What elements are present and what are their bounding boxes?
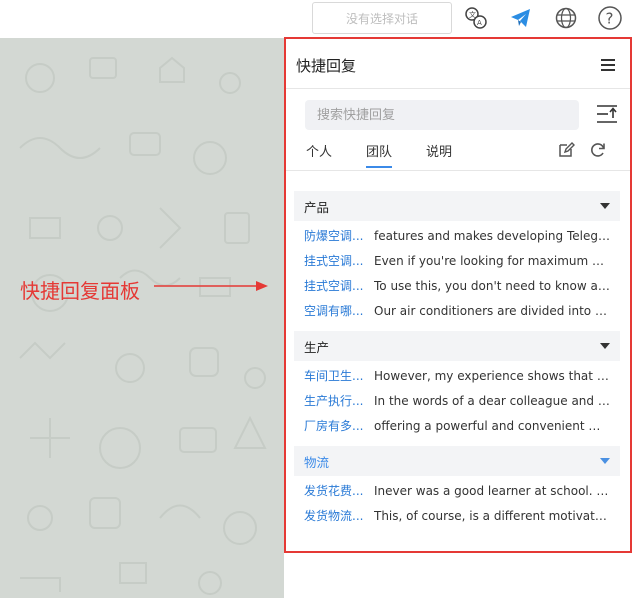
group-logistics: 物流 发货花费... Inever was a good learner at … bbox=[294, 446, 620, 528]
reply-title: 挂式空调... bbox=[304, 254, 364, 268]
reply-item[interactable]: 车间卫生... However, my experience shows tha… bbox=[294, 363, 620, 388]
reply-text: In the words of a dear colleague and men… bbox=[374, 393, 610, 408]
chat-select[interactable]: 没有选择对话 bbox=[312, 2, 452, 34]
reply-groups: 产品 防爆空调... features and makes developing… bbox=[294, 191, 620, 536]
reply-title: 空调有哪... bbox=[304, 304, 364, 318]
group-header[interactable]: 产品 bbox=[294, 191, 620, 221]
reply-text: This, of course, is a different motivati… bbox=[374, 508, 610, 523]
chat-pattern bbox=[19, 56, 267, 595]
reply-item[interactable]: 发货花费... Inever was a good learner at sch… bbox=[294, 478, 620, 503]
group-name: 生产 bbox=[304, 339, 330, 355]
reply-item[interactable]: 厂房有多... offering a powerful and convenie… bbox=[294, 413, 620, 438]
group-production: 生产 车间卫生... However, my experience shows … bbox=[294, 331, 620, 438]
group-name: 物流 bbox=[304, 454, 330, 470]
translate-icon[interactable]: 文 A bbox=[463, 5, 489, 31]
reply-item[interactable]: 发货物流... This, of course, is a different … bbox=[294, 503, 620, 528]
svg-text:A: A bbox=[477, 19, 482, 27]
search-input[interactable] bbox=[305, 100, 579, 130]
sort-icon[interactable] bbox=[596, 103, 618, 125]
edit-icon[interactable] bbox=[557, 141, 575, 159]
reply-text: To use this, you don't need to know anyt… bbox=[374, 278, 610, 293]
reply-title: 生产执行... bbox=[304, 394, 364, 408]
reply-title: 挂式空调... bbox=[304, 279, 364, 293]
tab-notes[interactable]: 说明 bbox=[426, 141, 452, 166]
reply-item[interactable]: 挂式空调... To use this, you don't need to k… bbox=[294, 273, 620, 298]
reply-text: features and makes developing Telegram..… bbox=[374, 228, 610, 243]
reply-title: 车间卫生... bbox=[304, 369, 364, 383]
caret-down-icon[interactable] bbox=[600, 458, 610, 464]
panel-title: 快捷回复 bbox=[296, 57, 357, 75]
reply-text: offering a powerful and convenient way t… bbox=[374, 418, 610, 433]
reply-text: Our air conditioners are divided into th… bbox=[374, 303, 610, 318]
help-icon[interactable]: ? bbox=[597, 5, 623, 31]
reply-text: However, my experience shows that intell… bbox=[374, 368, 610, 383]
reply-title: 厂房有多... bbox=[304, 419, 364, 433]
annotation-arrow bbox=[154, 281, 268, 291]
svg-text:文: 文 bbox=[469, 10, 476, 19]
reply-title: 发货花费... bbox=[304, 484, 364, 498]
tabs-row: 个人 团队 说明 bbox=[286, 133, 630, 171]
caret-down-icon[interactable] bbox=[600, 343, 610, 349]
reply-item[interactable]: 生产执行... In the words of a dear colleague… bbox=[294, 388, 620, 413]
group-product: 产品 防爆空调... features and makes developing… bbox=[294, 191, 620, 323]
telegram-icon[interactable] bbox=[508, 5, 534, 31]
reply-item[interactable]: 挂式空调... Even if you're looking for maxim… bbox=[294, 248, 620, 273]
annotation-label: 快捷回复面板 bbox=[20, 279, 140, 303]
reply-title: 防爆空调... bbox=[304, 229, 364, 243]
group-name: 产品 bbox=[304, 199, 330, 215]
top-bar: 没有选择对话 文 A ? bbox=[0, 0, 640, 38]
refresh-icon[interactable] bbox=[589, 141, 607, 159]
reply-text: Inever was a good learner at school. Men… bbox=[374, 483, 610, 498]
panel-header: 快捷回复 bbox=[286, 39, 630, 89]
quick-reply-panel: 快捷回复 个人 团队 说明 bbox=[284, 37, 632, 553]
caret-down-icon[interactable] bbox=[600, 203, 610, 209]
reply-item[interactable]: 空调有哪... Our air conditioners are divided… bbox=[294, 298, 620, 323]
reply-text: Even if you're looking for maximum custo… bbox=[374, 253, 610, 268]
tab-team[interactable]: 团队 bbox=[366, 141, 393, 168]
reply-title: 发货物流... bbox=[304, 509, 364, 523]
tab-personal[interactable]: 个人 bbox=[306, 141, 332, 166]
search-row bbox=[286, 89, 630, 133]
menu-icon[interactable] bbox=[600, 57, 616, 73]
group-header[interactable]: 物流 bbox=[294, 446, 620, 476]
group-header[interactable]: 生产 bbox=[294, 331, 620, 361]
svg-text:?: ? bbox=[606, 10, 614, 28]
globe-icon[interactable] bbox=[553, 5, 579, 31]
reply-item[interactable]: 防爆空调... features and makes developing Te… bbox=[294, 223, 620, 248]
chat-background bbox=[0, 38, 284, 598]
